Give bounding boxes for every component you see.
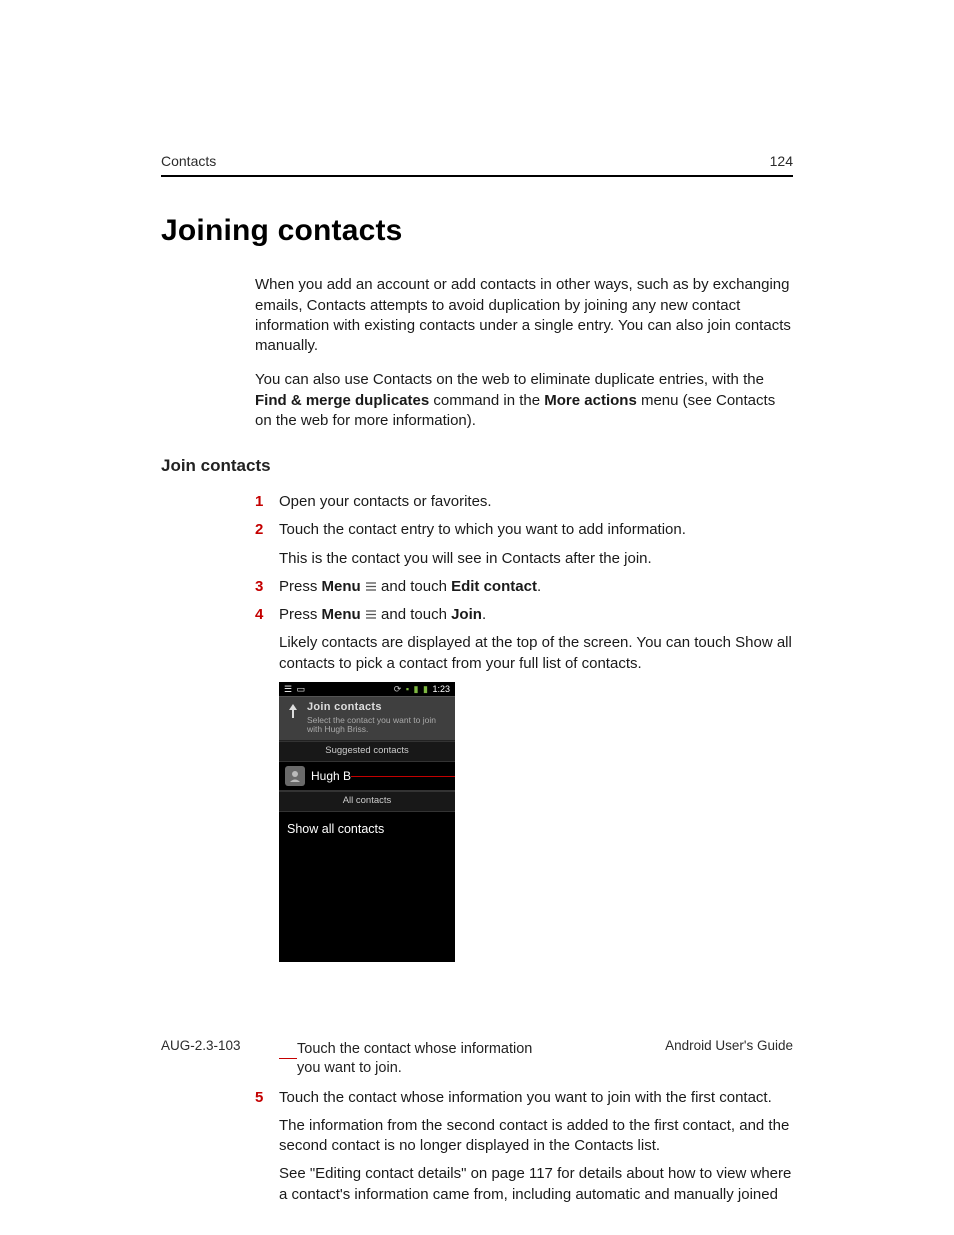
- text: and touch: [381, 606, 451, 623]
- step-1: 1 Open your contacts or favorites.: [255, 492, 793, 512]
- header-page-number: 124: [770, 152, 793, 171]
- menu-label: Menu: [322, 578, 361, 595]
- intro-paragraph-2: You can also use Contacts on the web to …: [255, 370, 793, 431]
- callout-connector: [351, 776, 455, 777]
- step-text: Open your contacts or favorites.: [279, 493, 492, 510]
- step-text: Touch the contact entry to which you wan…: [279, 521, 686, 538]
- step-4: 4 Press Menu and touch Join. Likely cont…: [255, 605, 793, 1077]
- avatar-icon: [285, 766, 305, 786]
- page-header: Contacts 124: [161, 152, 793, 177]
- steps-list: 1 Open your contacts or favorites. 2 Tou…: [255, 492, 793, 1205]
- text: Press: [279, 578, 322, 595]
- phone-illustration-wrap: ☰ ▭ ⟳ ▪ ▮ ▮ 1:23 Join contacts: [279, 682, 793, 1078]
- show-all-contacts-row[interactable]: Show all contacts: [279, 812, 455, 847]
- callout-line-segment: [279, 1058, 297, 1059]
- step-number: 5: [255, 1088, 263, 1108]
- phone-subtitle: Select the contact you want to join with…: [307, 716, 449, 736]
- battery-icon: ▮: [423, 684, 428, 694]
- status-left: ☰ ▭: [283, 683, 306, 695]
- intro-text: command in the: [429, 392, 544, 409]
- status-bar: ☰ ▭ ⟳ ▪ ▮ ▮ 1:23: [279, 682, 455, 696]
- text: Press: [279, 606, 322, 623]
- step-subtext: See "Editing contact details" on page 11…: [279, 1164, 793, 1205]
- intro-block: When you add an account or add contacts …: [255, 275, 793, 431]
- phone-title-band: Join contacts Select the contact you wan…: [279, 696, 455, 741]
- sync-icon: ⟳: [394, 684, 402, 694]
- intro-paragraph-1: When you add an account or add contacts …: [255, 275, 793, 356]
- text: and touch: [381, 578, 451, 595]
- step-number: 3: [255, 577, 263, 597]
- subsection-title: Join contacts: [161, 455, 793, 478]
- step-5: 5 Touch the contact whose information yo…: [255, 1088, 793, 1205]
- status-right: ⟳ ▪ ▮ ▮ 1:23: [393, 683, 451, 695]
- contact-row[interactable]: Hugh B: [279, 762, 455, 791]
- step-subtext: The information from the second contact …: [279, 1116, 793, 1157]
- step-subtext: This is the contact you will see in Cont…: [279, 549, 793, 569]
- step-2: 2 Touch the contact entry to which you w…: [255, 520, 793, 569]
- header-section: Contacts: [161, 152, 216, 171]
- contact-name: Hugh B: [311, 768, 351, 784]
- step-number: 2: [255, 520, 263, 540]
- page-title: Joining contacts: [161, 211, 793, 252]
- phone-screenshot: ☰ ▭ ⟳ ▪ ▮ ▮ 1:23 Join contacts: [279, 682, 455, 962]
- text: .: [482, 606, 486, 623]
- step-3: 3 Press Menu and touch Edit contact.: [255, 577, 793, 597]
- edit-contact-label: Edit contact: [451, 578, 537, 595]
- footer-left: AUG-2.3-103: [161, 1037, 241, 1055]
- join-label: Join: [451, 606, 482, 623]
- android-icon: ☰: [284, 684, 292, 694]
- clock: 1:23: [432, 684, 450, 694]
- signal-icon: ▮: [414, 684, 419, 694]
- intro-text: You can also use Contacts on the web to …: [255, 371, 764, 388]
- phone-title: Join contacts: [307, 700, 449, 715]
- all-contacts-header: All contacts: [279, 791, 455, 812]
- step-text: Press Menu and touch Edit contact.: [279, 578, 541, 595]
- menu-icon: [365, 606, 377, 617]
- step-text: Press Menu and touch Join.: [279, 606, 486, 623]
- step-number: 4: [255, 605, 263, 625]
- suggested-header: Suggested contacts: [279, 741, 455, 762]
- menu-icon: [365, 578, 377, 589]
- more-actions-label: More actions: [544, 392, 637, 409]
- find-merge-label: Find & merge duplicates: [255, 392, 429, 409]
- text: .: [537, 578, 541, 595]
- menu-label: Menu: [322, 606, 361, 623]
- page-footer: AUG-2.3-103 Android User's Guide: [161, 1037, 793, 1055]
- card-icon: ▭: [297, 684, 306, 694]
- step-subtext: Likely contacts are displayed at the top…: [279, 633, 793, 674]
- step-text: Touch the contact whose information you …: [279, 1089, 772, 1106]
- gps-icon: ▪: [406, 684, 409, 694]
- step-number: 1: [255, 492, 263, 512]
- footer-right: Android User's Guide: [665, 1037, 793, 1055]
- join-arrow-icon: [285, 703, 301, 719]
